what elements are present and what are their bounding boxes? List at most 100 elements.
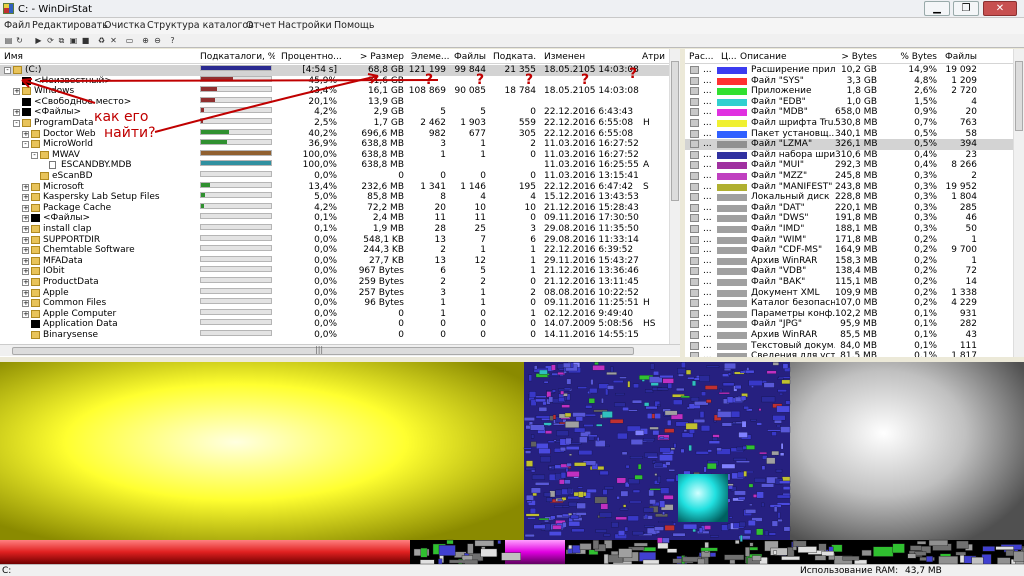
menu-report[interactable]: Отчет [246, 20, 276, 31]
delete-icon[interactable]: ✕ [109, 36, 118, 45]
rescan-icon[interactable]: ↻ [15, 36, 24, 45]
tree-row[interactable]: + Package Cache 4,2% 72,2 MB 20 10 10 21.12.201… [0, 202, 680, 214]
extension-row[interactable]: ... Файл "MUI" 292,3 MB 0,4% 8 266 [685, 160, 1024, 171]
menu-cleanup[interactable]: Очистка [104, 20, 146, 31]
menu-tree-structure[interactable]: Структура каталогов [147, 20, 254, 31]
expand-toggle-icon[interactable]: - [4, 67, 11, 74]
tree-row[interactable]: + <Файлы> 0,1% 2,4 MB 11 11 0 09.11.2016 17:30:… [0, 213, 680, 224]
extension-row[interactable]: ... Параметры конф... 102,2 MB 0,1% 931 [685, 309, 1024, 320]
extension-row[interactable]: ... Файл "BAK" 115,1 MB 0,2% 14 [685, 277, 1024, 288]
scroll-thumb[interactable] [671, 61, 679, 201]
extension-row[interactable]: ... Файл "LZMA" 326,1 MB 0,5% 394 [685, 139, 1024, 150]
expand-toggle-icon[interactable]: + [13, 88, 20, 96]
col-extension[interactable]: Рас... [689, 52, 713, 62]
menu-settings[interactable]: Настройки [278, 20, 332, 31]
menu-help[interactable]: Помощь [334, 20, 374, 31]
properties-icon[interactable]: ▭ [125, 36, 134, 45]
col-color[interactable]: Ц... [721, 52, 739, 62]
extension-row[interactable]: ... Каталог безопасн...107,0 MB 0,2% 4 229 [685, 298, 1024, 309]
col-items[interactable]: Элеме... [411, 52, 451, 62]
extension-row[interactable]: ... Приложение 1,8 GB 2,6% 2 720 [685, 86, 1024, 97]
minimize-button[interactable]: ▁ [924, 1, 950, 16]
scroll-thumb[interactable] [1015, 61, 1023, 131]
zoom-out-icon[interactable]: ⊖ [153, 36, 162, 45]
col-percent-bytes[interactable]: % Bytes [885, 52, 937, 62]
extension-row[interactable]: ... Файл "CDF-MS" 164,9 MB 0,2% 9 700 [685, 245, 1024, 256]
tree-row[interactable]: + Microsoft 13,4% 232,6 MB 1 341 1 146 195 22.1… [0, 181, 680, 193]
extension-row[interactable]: ... Файл "EDB" 1,0 GB 1,5% 4 [685, 97, 1024, 108]
extension-row[interactable]: ... Текстовый докум... 84,0 MB 0,1% 111 [685, 341, 1024, 352]
refresh-all-icon[interactable]: ⟳ [46, 36, 55, 45]
treemap-edb-block[interactable] [678, 474, 728, 522]
extension-row[interactable]: ... Файл "DAT" 220,1 MB 0,3% 285 [685, 203, 1024, 214]
expand-toggle-icon[interactable]: - [22, 141, 29, 149]
extension-row[interactable]: ... Файл "IMD" 188,1 MB 0,3% 50 [685, 224, 1024, 235]
expand-toggle-icon[interactable]: + [22, 310, 29, 318]
expand-toggle-icon[interactable]: + [22, 279, 29, 286]
play-icon[interactable]: ▶ [34, 36, 43, 45]
tree-row[interactable]: + Kaspersky Lab Setup Files 5,0% 85,8 MB 8 4 4… [0, 192, 680, 203]
col-files[interactable]: Файлы [450, 52, 486, 62]
extension-row[interactable]: ... Локальный диск 228,8 MB 0,3% 1 804 [685, 192, 1024, 203]
treemap[interactable] [0, 362, 1024, 564]
extension-row[interactable]: ... Файл набора шри... 310,6 MB 0,4% 23 [685, 150, 1024, 161]
zoom-in-icon[interactable]: ⊕ [141, 36, 150, 45]
tree-row[interactable]: + MFAData 0,0% 27,7 KB 13 12 1 29.11.2016 15:43… [0, 255, 680, 267]
tree-row[interactable]: + Doctor Web 40,2% 696,6 MB 982 677 305 22.12.2… [0, 128, 680, 140]
expand-toggle-icon[interactable]: + [22, 268, 29, 276]
col-size[interactable]: > Размер [345, 52, 404, 62]
expand-toggle-icon[interactable]: - [31, 151, 38, 159]
tree-row[interactable]: - MWAV 100,0% 638,8 MB 1 1 0 11.03.2016 16:27:5… [0, 149, 680, 161]
extension-row[interactable]: ... Файл шрифта Tru... 530,8 MB 0,7% 763 [685, 118, 1024, 129]
tree-row[interactable]: + SUPPORTDIR 0,0% 548,1 KB 13 7 6 29.08.2016 11… [0, 234, 680, 246]
tree-row[interactable]: + install clap 0,1% 1,9 MB 28 25 3 29.08.2016 1… [0, 224, 680, 235]
extension-row[interactable]: ... Документ XML 109,9 MB 0,2% 1 338 [685, 288, 1024, 299]
tree-row[interactable]: <Свободное место> 20,1% 13,9 GB [0, 96, 680, 108]
extension-row[interactable]: ... Файл "VDB" 138,4 MB 0,2% 72 [685, 266, 1024, 277]
ext-vertical-scrollbar[interactable] [1013, 49, 1024, 357]
tree-vertical-scrollbar[interactable] [669, 49, 680, 344]
treemap-free-space-block[interactable] [790, 362, 1024, 540]
recycle-icon[interactable]: ♻ [97, 36, 106, 45]
col-percentage[interactable]: Процентно... [281, 52, 341, 62]
expand-toggle-icon[interactable]: + [22, 289, 29, 297]
extension-row[interactable]: ... Файл "SYS" 3,3 GB 4,8% 1 209 [685, 76, 1024, 87]
col-name[interactable]: Имя [4, 52, 184, 62]
extension-row[interactable]: ... Файл "JPG" 95,9 MB 0,1% 282 [685, 319, 1024, 330]
tree-row[interactable]: eScanBD 0,0% 0 0 0 0 11.03.2016 13:15:41 [0, 171, 680, 182]
tree-row[interactable]: Application Data 0,0% 0 0 0 0 14.07.2009 5:08:… [0, 319, 680, 330]
col-subfolders[interactable]: Подката... [493, 52, 537, 62]
tree-row[interactable]: + Apple 0,0% 257 Bytes 3 1 2 08.08.2016 10:22:5… [0, 287, 680, 299]
extension-list[interactable]: Рас... Ц... Описание > Bytes % Bytes Фай… [685, 49, 1024, 357]
extension-row[interactable]: ... Файл "DWS" 191,8 MB 0,3% 46 [685, 213, 1024, 224]
tree-row[interactable]: Binarysense 0,0% 0 0 0 0 14.11.2016 14:55:15 [0, 330, 680, 341]
expand-toggle-icon[interactable]: + [22, 130, 29, 138]
restore-button[interactable]: ❐ [953, 1, 979, 16]
col-files[interactable]: Файлы [945, 52, 977, 62]
col-attributes[interactable]: Атри [642, 52, 670, 62]
tree-row[interactable]: + Chemtable Software 0,0% 244,3 KB 2 1 1 22.12.… [0, 245, 680, 256]
help-icon[interactable]: ? [168, 36, 177, 45]
tree-horizontal-scrollbar[interactable]: ||| [0, 344, 680, 356]
tree-row[interactable]: + ProductData 0,0% 259 Bytes 2 2 0 21.12.2016 1… [0, 277, 680, 288]
menu-file[interactable]: Файл [4, 20, 30, 31]
extension-row[interactable]: ... Файл "WIM" 171,8 MB 0,2% 1 [685, 235, 1024, 246]
expand-toggle-icon[interactable]: + [22, 194, 29, 202]
extension-row[interactable]: ... Файл "MDB" 658,0 MB 0,9% 20 [685, 107, 1024, 118]
copy-path-icon[interactable]: ⧉ [57, 36, 66, 45]
expand-toggle-icon[interactable]: + [22, 257, 29, 265]
tree-row[interactable]: <Неизвестный> 45,9% 31,6 GB [0, 75, 680, 87]
extension-row[interactable]: ... Файл "MZZ" 245,8 MB 0,3% 2 [685, 171, 1024, 182]
expand-toggle-icon[interactable]: + [22, 183, 29, 191]
extension-row[interactable]: ... Пакет установщ... 340,1 MB 0,5% 58 [685, 129, 1024, 140]
explorer-icon[interactable]: ▣ [69, 36, 78, 45]
cmd-icon[interactable]: ■ [81, 36, 90, 45]
expand-toggle-icon[interactable]: + [22, 236, 29, 244]
treemap-unknown-block[interactable] [0, 362, 524, 540]
tree-row[interactable]: + IObit 0,0% 967 Bytes 6 5 1 21.12.2016 13:36:4… [0, 266, 680, 277]
expand-toggle-icon[interactable]: + [22, 204, 29, 212]
tree-row[interactable]: - MicroWorld 36,9% 638,8 MB 3 1 2 11.03.2016 16… [0, 139, 680, 150]
expand-toggle-icon[interactable]: + [22, 215, 29, 223]
tree-row[interactable]: - (C:) [4:54 s] 68,8 GB 121 199 99 844 21 355 1… [0, 65, 680, 76]
expand-toggle-icon[interactable]: - [13, 120, 20, 127]
